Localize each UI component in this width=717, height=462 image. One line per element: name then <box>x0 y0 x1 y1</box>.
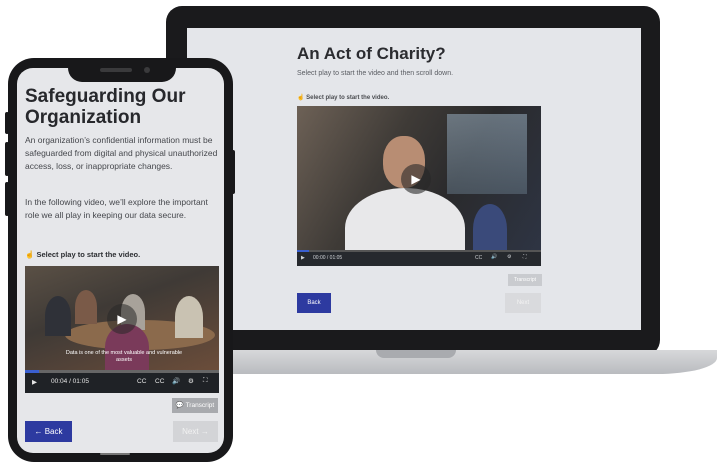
play-icon[interactable]: ▶ <box>301 255 305 261</box>
fullscreen-icon[interactable]: ⛶ <box>523 254 527 260</box>
phone-notch <box>68 62 176 82</box>
settings-icon[interactable]: ⚙ <box>188 377 194 385</box>
laptop-video-progress[interactable] <box>297 250 541 252</box>
cc-icon[interactable]: CC <box>155 378 164 385</box>
phone-transcript-label: Transcript <box>185 402 215 409</box>
laptop-base-notch <box>376 350 456 358</box>
phone-camera-icon <box>144 67 150 73</box>
laptop-screen: An Act of Charity? Select play to start … <box>187 28 641 330</box>
volume-icon[interactable]: 🔊 <box>491 254 497 260</box>
phone-side-button <box>5 142 9 176</box>
phone-video-progress[interactable] <box>25 370 219 373</box>
phone-power-button <box>231 150 235 194</box>
phone-video-progress-fill <box>25 370 39 373</box>
laptop-back-button[interactable]: Back <box>297 293 331 313</box>
phone-paragraph-2: In the following video, we’ll explore th… <box>25 197 208 220</box>
hand-pointer-icon: ☝ <box>297 95 305 101</box>
phone-screen: Safeguarding Our Organization An organiz… <box>17 68 224 453</box>
phone-back-button[interactable]: ← Back <box>25 421 72 442</box>
laptop-page-title: An Act of Charity? <box>297 44 446 63</box>
settings-icon[interactable]: ⚙ <box>507 254 511 260</box>
phone-home-indicator <box>100 453 130 455</box>
video-background-window <box>447 114 527 194</box>
phone-side-button <box>5 182 9 216</box>
video-person <box>175 296 203 338</box>
phone-side-button <box>5 112 9 134</box>
play-icon[interactable]: ▶ <box>32 378 37 386</box>
laptop-video-progress-fill <box>297 250 310 252</box>
fullscreen-icon[interactable]: ⛶ <box>203 377 208 385</box>
laptop-video-controls: ▶ 00:00 / 01:05 CC 🔊 ⚙ ⛶ <box>297 250 541 266</box>
laptop-video-player[interactable]: ▶ <box>297 106 541 266</box>
laptop-next-button[interactable]: Next <box>505 293 541 313</box>
volume-icon[interactable]: 🔊 <box>172 377 180 385</box>
phone-video-controls: ▶ 00:04 / 01:05 CC CC 🔊 ⚙ ⛶ <box>25 370 219 393</box>
video-person <box>45 296 71 336</box>
transcript-icon: 💬 <box>175 402 184 409</box>
phone-next-button[interactable]: Next → <box>173 421 218 442</box>
phone-speaker <box>100 68 132 72</box>
laptop-page-subtitle: Select play to start the video and then … <box>297 70 454 77</box>
phone-video-time: 00:04 / 01:05 <box>51 378 89 385</box>
video-background-person <box>473 204 507 254</box>
phone-page-title: Safeguarding Our Organization <box>25 86 186 128</box>
video-person <box>75 290 97 324</box>
phone-paragraph-1: An organization’s confidential informati… <box>25 135 218 171</box>
phone-play-hint: ☝ Select play to start the video. <box>25 250 140 259</box>
play-icon[interactable]: ▶ <box>401 164 431 194</box>
play-icon[interactable]: ▶ <box>107 304 137 334</box>
phone-transcript-button[interactable]: 💬 Transcript <box>172 398 218 413</box>
laptop-play-hint-text: Select play to start the video. <box>306 95 390 101</box>
phone-video-player[interactable]: ▶ Data is one of the most valuable and v… <box>25 266 219 370</box>
phone-video-caption: Data is one of the most valuable and vul… <box>65 350 183 363</box>
chapters-icon[interactable]: CC <box>137 378 146 385</box>
laptop-video-time: 00:00 / 01:05 <box>313 255 343 261</box>
cc-icon[interactable]: CC <box>475 255 482 261</box>
phone-play-hint-text: Select play to start the video. <box>36 250 141 259</box>
laptop-play-hint: ☝ Select play to start the video. <box>297 94 389 101</box>
laptop-transcript-button[interactable]: Transcript <box>508 274 542 286</box>
hand-pointer-icon: ☝ <box>25 250 35 259</box>
